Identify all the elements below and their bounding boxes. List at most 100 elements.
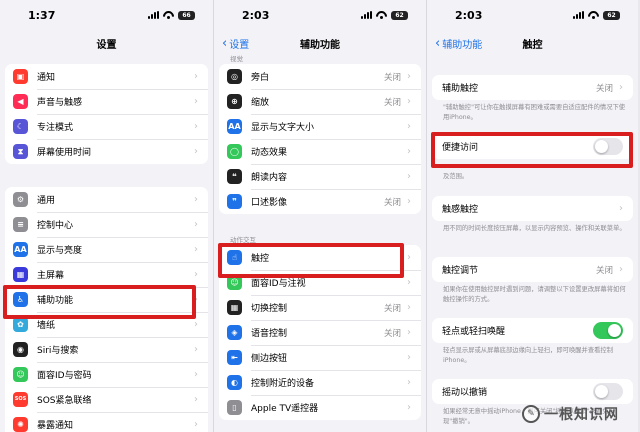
settings-row[interactable]: ☺ 面容ID与密码 › [5, 362, 208, 387]
speaker-icon: ◀ [13, 94, 28, 109]
settings-row[interactable]: SOS SOS紧急联络 › [5, 387, 208, 412]
face-id-icon: ☺ [227, 275, 242, 290]
haptic-touch-row[interactable]: 触感触控 › [432, 196, 633, 221]
settings-row[interactable]: ⊕ 缩放 关闭 › [219, 89, 421, 114]
settings-row[interactable]: ◈ 语音控制 关闭 › [219, 320, 421, 345]
wifi-icon [163, 11, 174, 19]
shake-to-undo-toggle[interactable] [593, 383, 623, 400]
battery-icon: 66 [178, 10, 195, 20]
audio-description-icon: ❞ [227, 194, 242, 209]
touch-accommodations-group: 触控调节 关闭 › [432, 257, 633, 282]
settings-row[interactable]: ◀ 声音与触感 › [5, 89, 208, 114]
chevron-right-icon: › [194, 294, 198, 305]
settings-row[interactable]: ⧗ 屏幕使用时间 › [5, 139, 208, 164]
settings-row[interactable]: ⇤ 侧边按钮 › [219, 345, 421, 370]
settings-row[interactable]: ❝ 朗读内容 › [219, 164, 421, 189]
shake-to-undo-row: 摇动以撤销 [432, 379, 633, 404]
settings-row[interactable]: ✺ 暴露通知 › [5, 412, 208, 432]
back-button[interactable]: ‹ 设置 [222, 35, 250, 52]
row-label: 暴露通知 [37, 421, 74, 431]
settings-row[interactable]: AA 显示与文字大小 › [219, 114, 421, 139]
page-title: 辅助功能 [300, 39, 340, 51]
haptic-touch-group: 触感触控 › [432, 196, 633, 221]
row-label: 语音控制 [251, 329, 288, 339]
back-label: 设置 [229, 40, 250, 51]
settings-row[interactable]: ◉ Siri与搜索 › [5, 337, 208, 362]
nearby-devices-icon: ◐ [227, 375, 242, 390]
touch-accommodations-footnote: 如果你在使用触控屏时遇到问题，请调整以下设置更改屏幕将如何触控操作的方式。 [443, 286, 626, 303]
cellular-signal-icon [573, 11, 584, 19]
settings-row[interactable]: ≡ 控制中心 › [5, 212, 208, 237]
row-label: 摇动以撤销 [442, 388, 488, 398]
battery-icon: 62 [391, 10, 408, 20]
settings-row[interactable]: ◎ 旁白 关闭 › [219, 64, 421, 89]
row-label: 控制附近的设备 [251, 379, 315, 389]
side-button-icon: ⇤ [227, 350, 242, 365]
chevron-right-icon: › [407, 196, 411, 207]
watermark: ✎ 一根知识网 [522, 404, 619, 424]
voice-control-icon: ◈ [227, 325, 242, 340]
settings-row[interactable]: ❞ 口述影像 关闭 › [219, 189, 421, 214]
row-label: 切换控制 [251, 304, 288, 314]
settings-row[interactable]: ☝ 触控 › [219, 245, 421, 270]
settings-row[interactable]: ▦ 主屏幕 › [5, 262, 208, 287]
row-label: 显示与文字大小 [251, 123, 315, 133]
row-label: 墙纸 [37, 321, 56, 331]
touch-accommodations-row[interactable]: 触控调节 关闭 › [432, 257, 633, 282]
row-label: 口述影像 [251, 198, 288, 208]
section-header-interaction: 动作交互 [230, 236, 256, 244]
settings-row[interactable]: ✿ 墙纸 › [5, 312, 208, 337]
battery-icon: 62 [603, 10, 620, 20]
row-label: 缩放 [251, 98, 270, 108]
back-button[interactable]: ‹ 辅助功能 [435, 35, 482, 52]
settings-row[interactable]: ▣ 通知 › [5, 64, 208, 89]
chevron-left-icon: ‹ [222, 35, 228, 51]
chevron-right-icon: › [407, 252, 411, 263]
cellular-signal-icon [148, 11, 159, 19]
settings-row[interactable]: AA 显示与亮度 › [5, 237, 208, 262]
status-bar: 1:37 66 [0, 0, 213, 30]
settings-row[interactable]: ◐ 控制附近的设备 › [219, 370, 421, 395]
text-size-icon: AA [227, 119, 242, 134]
reachability-toggle[interactable] [593, 138, 623, 155]
touch-panel: 2:03 62 ‹ 辅助功能 触控 辅助触控 关闭 › "辅助触控"可让你在触摸屏… [426, 0, 638, 432]
chevron-right-icon: › [194, 96, 198, 107]
toggles-icon: ≡ [13, 217, 28, 232]
settings-row[interactable]: ☺ 面容ID与注视 › [219, 270, 421, 295]
row-label: 旁白 [251, 73, 270, 83]
flower-icon: ✿ [13, 317, 28, 332]
row-label: 面容ID与密码 [37, 371, 92, 381]
status-time: 2:03 [455, 8, 483, 22]
home-grid-icon: ▦ [13, 267, 28, 282]
chevron-right-icon: › [194, 121, 198, 132]
settings-row[interactable]: ▯ Apple TV遥控器 › [219, 395, 421, 420]
settings-row[interactable]: ▦ 切换控制 关闭 › [219, 295, 421, 320]
assistive-touch-row[interactable]: 辅助触控 关闭 › [432, 75, 633, 100]
chevron-right-icon: › [194, 394, 198, 405]
row-value: 关闭 [383, 72, 401, 83]
nav-bar: 设置 [0, 30, 213, 56]
watermark-text: 一根知识网 [544, 407, 619, 423]
row-value: 关闭 [383, 97, 401, 108]
watermark-logo-icon: ✎ [522, 405, 540, 423]
chevron-right-icon: › [194, 194, 198, 205]
settings-row[interactable]: ⚙ 通用 › [5, 187, 208, 212]
touch-hand-icon: ☝ [227, 250, 242, 265]
row-label: 触控 [251, 254, 270, 264]
row-label: 触控调节 [442, 266, 479, 276]
settings-row[interactable]: ♿ 辅助功能 › [5, 287, 208, 312]
gear-icon: ⚙ [13, 192, 28, 207]
chevron-right-icon: › [407, 377, 411, 388]
chevron-right-icon: › [407, 402, 411, 413]
page-title: 触控 [522, 39, 543, 51]
tap-to-wake-toggle[interactable] [593, 322, 623, 339]
tap-to-wake-group: 轻点或轻扫唤醒 [432, 318, 633, 343]
text-size-icon: AA [13, 242, 28, 257]
accessibility-panel: 2:03 62 ‹ 设置 辅助功能 视觉 ◎ 旁白 关闭 › ⊕ 缩放 关闭 › AA 显示与文字大… [213, 0, 426, 432]
settings-row[interactable]: ☾ 专注模式 › [5, 114, 208, 139]
row-label: 动态效果 [251, 148, 288, 158]
row-label: 轻点或轻扫唤醒 [442, 327, 506, 337]
chevron-left-icon: ‹ [435, 35, 441, 51]
row-label: 便捷访问 [442, 143, 479, 153]
settings-row[interactable]: ◯ 动态效果 › [219, 139, 421, 164]
